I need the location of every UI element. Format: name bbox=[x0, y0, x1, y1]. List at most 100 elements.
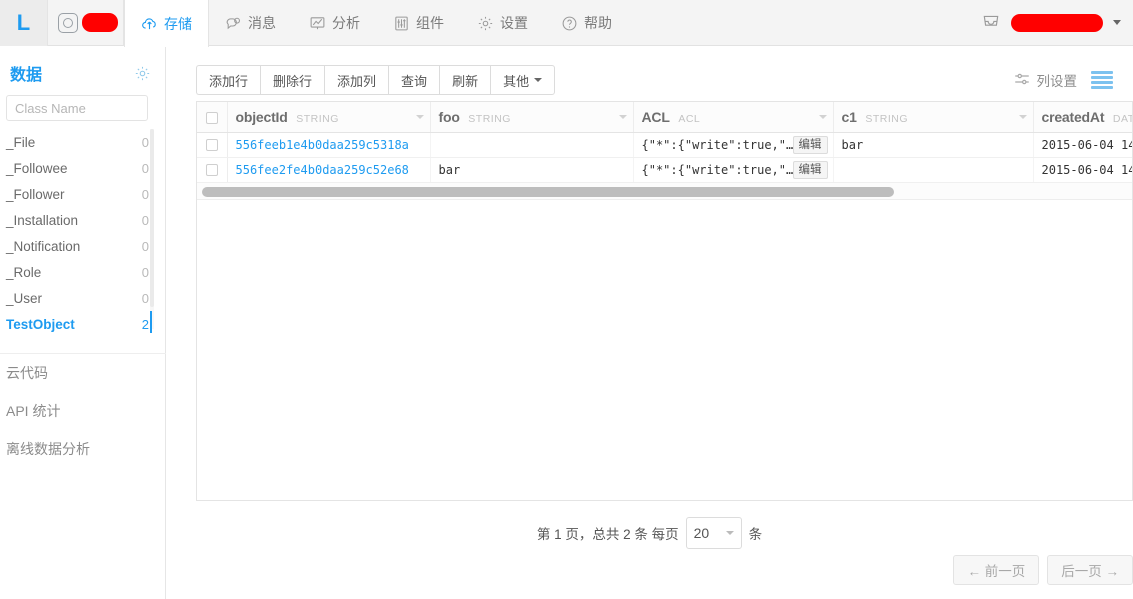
class-count: 2 bbox=[141, 316, 149, 332]
tab-components[interactable]: 组件 bbox=[377, 0, 461, 46]
sliders-icon bbox=[393, 15, 410, 32]
cell-acl[interactable]: {"*":{"write":true,"… 编辑 bbox=[633, 157, 834, 183]
class-name: _Followee bbox=[6, 160, 68, 176]
column-header-createdat[interactable]: createdAt DATE bbox=[1033, 102, 1132, 133]
inbox-tray-icon[interactable] bbox=[981, 11, 1001, 34]
table-body: 556feeb1e4b0daa259c5318a {"*":{"write":t… bbox=[197, 132, 1132, 183]
tab-storage[interactable]: 存储 bbox=[124, 0, 209, 47]
pagination-summary-prefix: 第 1 页，总共 2 条 每页 bbox=[536, 527, 679, 542]
table-row[interactable]: 556fee2fe4b0daa259c52e68 bar {"*":{"writ… bbox=[197, 157, 1132, 183]
sidebar-item-api-stats[interactable]: API 统计 bbox=[0, 392, 165, 430]
cell-createdat[interactable]: 2015-06-04 14 bbox=[1033, 132, 1132, 158]
class-count: 0 bbox=[141, 264, 149, 280]
chevron-down-icon[interactable] bbox=[415, 115, 424, 119]
pagination-controls: ← 前一页 后一页 → bbox=[953, 555, 1133, 585]
sidebar: 数据 _File 0 _Followee 0 _Follower 0 _Inst… bbox=[0, 47, 166, 599]
tab-analytics[interactable]: 分析 bbox=[293, 0, 377, 46]
class-count: 0 bbox=[141, 160, 149, 176]
refresh-button[interactable]: 刷新 bbox=[439, 65, 491, 95]
acl-edit-button[interactable]: 编辑 bbox=[792, 160, 828, 179]
gear-icon[interactable] bbox=[134, 65, 151, 82]
top-navigation-bar: L 存储 消息 分析 组件 设置 帮助 bbox=[0, 0, 1133, 47]
user-name-redaction[interactable] bbox=[1011, 13, 1103, 32]
cell-createdat[interactable]: 2015-06-04 14 bbox=[1033, 157, 1132, 183]
chevron-down-icon[interactable] bbox=[1113, 20, 1121, 25]
sidebar-item-file[interactable]: _File 0 bbox=[0, 129, 165, 155]
cell-objectid[interactable]: 556fee2fe4b0daa259c52e68 bbox=[227, 157, 431, 183]
tab-settings[interactable]: 设置 bbox=[461, 0, 545, 46]
cell-c1[interactable]: bar bbox=[833, 132, 1034, 158]
horizontal-scrollbar-thumb[interactable] bbox=[202, 187, 894, 197]
column-header-foo[interactable]: foo STRING bbox=[430, 102, 634, 133]
column-header-c1[interactable]: c1 STRING bbox=[833, 102, 1034, 133]
sidebar-item-cloud-code[interactable]: 云代码 bbox=[0, 354, 165, 392]
sidebar-item-followee[interactable]: _Followee 0 bbox=[0, 155, 165, 181]
sidebar-item-testobject[interactable]: TestObject 2 bbox=[0, 311, 165, 337]
column-type: STRING bbox=[296, 112, 339, 125]
sidebar-scroll-thumb[interactable] bbox=[150, 129, 154, 307]
class-count: 0 bbox=[141, 290, 149, 306]
cell-foo[interactable] bbox=[430, 132, 634, 158]
sidebar-item-role[interactable]: _Role 0 bbox=[0, 259, 165, 285]
chevron-down-icon[interactable] bbox=[818, 115, 827, 119]
column-type: DATE bbox=[1112, 112, 1132, 125]
sidebar-title: 数据 bbox=[10, 67, 43, 84]
nav-right-group bbox=[981, 0, 1133, 45]
add-row-button[interactable]: 添加行 bbox=[196, 65, 261, 95]
sidebar-item-follower[interactable]: _Follower 0 bbox=[0, 181, 165, 207]
class-name: _Follower bbox=[6, 186, 65, 202]
sidebar-item-user[interactable]: _User 0 bbox=[0, 285, 165, 311]
chevron-down-icon bbox=[725, 531, 734, 535]
select-all-checkbox[interactable] bbox=[205, 111, 218, 124]
app-selector[interactable] bbox=[48, 0, 124, 46]
sidebar-item-notification[interactable]: _Notification 0 bbox=[0, 233, 165, 259]
tab-label: 组件 bbox=[416, 15, 444, 31]
column-settings-button[interactable]: 列设置 bbox=[1013, 70, 1077, 91]
column-type: STRING bbox=[468, 112, 511, 125]
column-header-acl[interactable]: ACL ACL bbox=[633, 102, 834, 133]
table-toolbar: 添加行 删除行 添加列 查询 刷新 其他 列设置 bbox=[166, 47, 1133, 97]
tab-label: 帮助 bbox=[584, 15, 612, 31]
row-select-cell bbox=[197, 157, 228, 183]
column-type: ACL bbox=[678, 112, 701, 125]
active-class-marker bbox=[150, 311, 152, 333]
sidebar-header: 数据 bbox=[0, 47, 165, 91]
page-size-select[interactable]: 20 bbox=[685, 517, 742, 549]
column-header-objectid[interactable]: objectId STRING bbox=[227, 102, 431, 133]
delete-row-button[interactable]: 删除行 bbox=[260, 65, 325, 95]
row-select-cell bbox=[197, 132, 228, 158]
table-header: objectId STRING foo STRING ACL ACL c1 ST… bbox=[197, 102, 1132, 133]
cell-foo[interactable]: bar bbox=[430, 157, 634, 183]
cell-objectid[interactable]: 556feeb1e4b0daa259c5318a bbox=[227, 132, 431, 158]
search-input[interactable] bbox=[6, 95, 148, 121]
tab-help[interactable]: 帮助 bbox=[545, 0, 629, 46]
class-list: _File 0 _Followee 0 _Follower 0 _Install… bbox=[0, 129, 165, 337]
sidebar-item-installation[interactable]: _Installation 0 bbox=[0, 207, 165, 233]
more-button[interactable]: 其他 bbox=[490, 65, 556, 95]
prev-page-button[interactable]: ← 前一页 bbox=[953, 555, 1040, 585]
chevron-down-icon[interactable] bbox=[1018, 115, 1027, 119]
cell-acl[interactable]: {"*":{"write":true,"… 编辑 bbox=[633, 132, 834, 158]
chevron-down-icon[interactable] bbox=[618, 115, 627, 119]
cell-c1[interactable] bbox=[833, 157, 1034, 183]
row-checkbox[interactable] bbox=[205, 139, 218, 151]
next-page-button[interactable]: 后一页 → bbox=[1047, 555, 1133, 585]
query-button[interactable]: 查询 bbox=[388, 65, 440, 95]
cloud-upload-icon bbox=[141, 15, 158, 32]
tab-label: 存储 bbox=[164, 15, 192, 32]
toolbar-right-group: 列设置 bbox=[1013, 70, 1120, 91]
acl-value: {"*":{"write":true,"… bbox=[641, 137, 794, 152]
acl-edit-button[interactable]: 编辑 bbox=[792, 135, 828, 154]
select-all-header bbox=[197, 102, 228, 133]
table-row[interactable]: 556feeb1e4b0daa259c5318a {"*":{"write":t… bbox=[197, 132, 1132, 158]
brand-logo[interactable]: L bbox=[0, 0, 48, 46]
sidebar-item-offline-analysis[interactable]: 离线数据分析 bbox=[0, 430, 165, 468]
tab-messages[interactable]: 消息 bbox=[209, 0, 293, 46]
add-column-button[interactable]: 添加列 bbox=[324, 65, 389, 95]
tab-label: 设置 bbox=[500, 15, 528, 31]
class-name: _User bbox=[6, 290, 43, 306]
horizontal-scrollbar[interactable] bbox=[197, 182, 1132, 200]
rows-list-icon[interactable] bbox=[1091, 71, 1113, 89]
column-name: foo bbox=[438, 108, 460, 125]
row-checkbox[interactable] bbox=[205, 164, 218, 176]
